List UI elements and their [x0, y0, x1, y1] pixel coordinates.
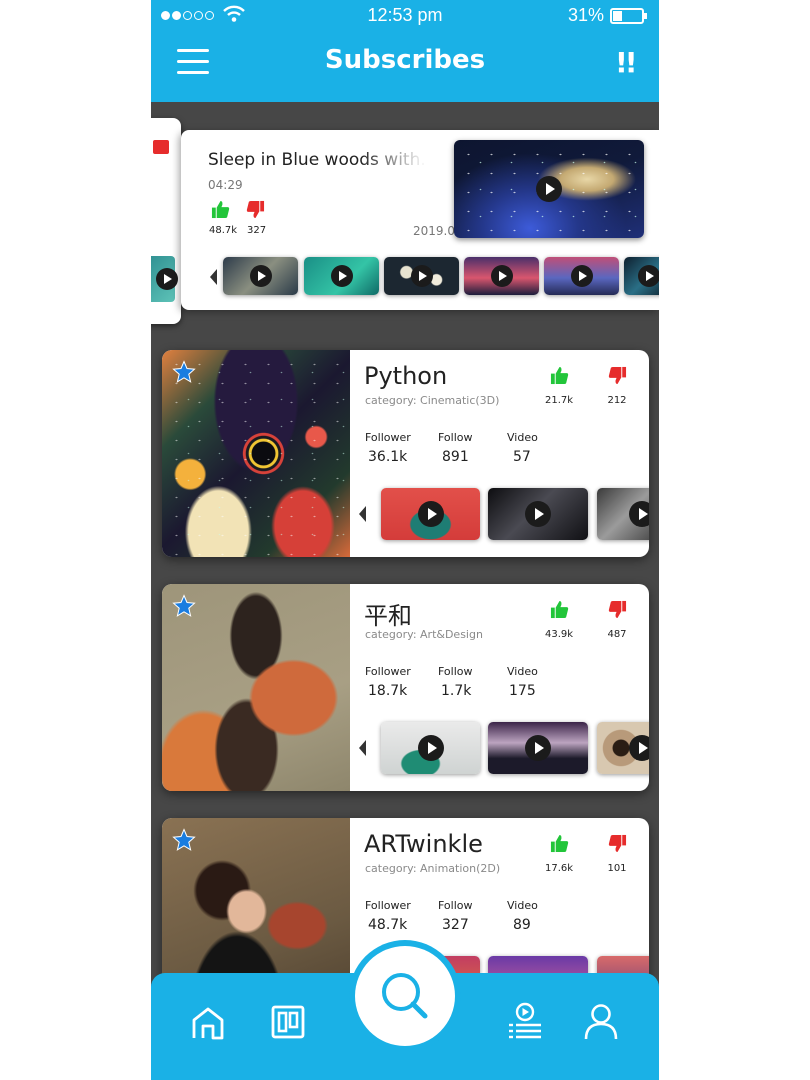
thumbs-up-icon[interactable] [550, 600, 569, 619]
channel-card[interactable]: 平和 category: Art&Design 43.9k 487 Follow… [162, 584, 649, 791]
user-icon[interactable] [583, 1003, 619, 1041]
app-screen: 12:53 pm 31% Subscribes !! Sleep in Blue… [151, 0, 659, 1080]
channel-name[interactable]: 平和 [364, 596, 412, 631]
chevron-left-icon[interactable] [210, 269, 217, 285]
featured-video-duration: 04:29 [208, 178, 243, 192]
follow-count: 327 [442, 917, 469, 933]
like-count: 17.6k [544, 863, 574, 874]
follow-label: Follow [438, 665, 473, 678]
follower-label: Follower [365, 899, 411, 912]
follow-label: Follow [438, 899, 473, 912]
channel-video-strip [357, 486, 649, 542]
thumbs-up-icon[interactable] [211, 200, 230, 219]
follower-count: 36.1k [368, 449, 408, 465]
video-count: 57 [513, 449, 531, 465]
follower-label: Follower [365, 665, 411, 678]
video-count: 175 [509, 683, 536, 699]
page-title: Subscribes [324, 45, 486, 75]
search-icon[interactable] [355, 946, 455, 1046]
video-thumbnail[interactable] [381, 488, 480, 540]
like-count: 21.7k [544, 395, 574, 406]
channel-name[interactable]: Python [364, 362, 447, 390]
battery-percent: 31% [568, 5, 605, 25]
board-icon[interactable] [271, 1005, 305, 1039]
channel-card[interactable]: Python category: Cinematic(3D) 21.7k 212… [162, 350, 649, 557]
video-thumbnail[interactable] [488, 722, 588, 774]
channel-name[interactable]: ARTwinkle [364, 830, 483, 858]
dislike-count: 101 [607, 863, 627, 874]
top-bar: 12:53 pm 31% Subscribes !! [151, 0, 659, 102]
video-label: Video [507, 665, 538, 678]
thumbs-up-icon[interactable] [550, 834, 569, 853]
battery-icon [610, 8, 647, 24]
play-icon[interactable] [536, 176, 562, 202]
follower-count: 18.7k [368, 683, 408, 699]
alert-button[interactable]: !! [615, 46, 637, 79]
channel-video-strip [357, 720, 649, 776]
video-thumbnail[interactable] [304, 257, 379, 295]
channel-category: category: Cinematic(3D) [365, 394, 500, 407]
thumbs-down-icon[interactable] [608, 834, 627, 853]
video-thumbnail[interactable] [223, 257, 298, 295]
chevron-left-icon[interactable] [359, 506, 366, 522]
dislike-count: 487 [607, 629, 627, 640]
featured-video-title: Sleep in Blue woods with... [208, 150, 426, 170]
channel-category: category: Art&Design [365, 628, 483, 641]
follow-count: 1.7k [441, 683, 472, 699]
channel-category: category: Animation(2D) [365, 862, 501, 875]
follower-label: Follower [365, 431, 411, 444]
video-thumbnail[interactable] [384, 257, 459, 295]
dislike-count: 212 [607, 395, 627, 406]
chevron-left-icon[interactable] [359, 740, 366, 756]
status-bar: 12:53 pm 31% [151, 0, 659, 32]
video-label: Video [507, 899, 538, 912]
video-label: Video [507, 431, 538, 444]
thumbs-down-icon[interactable] [246, 200, 265, 219]
home-icon[interactable] [191, 1006, 225, 1040]
featured-video-strip [181, 257, 659, 299]
video-thumbnail[interactable] [624, 257, 659, 295]
featured-like-count: 48.7k [209, 225, 238, 236]
video-count: 89 [513, 917, 531, 933]
follow-count: 891 [442, 449, 469, 465]
featured-video-thumbnail[interactable] [454, 140, 644, 238]
video-thumbnail[interactable] [597, 488, 649, 540]
video-thumbnail[interactable] [544, 257, 619, 295]
previous-featured-card[interactable] [151, 118, 181, 324]
like-count: 43.9k [544, 629, 574, 640]
favorite-star-icon[interactable] [172, 360, 196, 384]
follow-label: Follow [438, 431, 473, 444]
channel-cover-image[interactable] [162, 350, 350, 557]
video-thumbnail[interactable] [381, 722, 480, 774]
thumbs-down-icon[interactable] [608, 366, 627, 385]
follower-count: 48.7k [368, 917, 408, 933]
channel-cover-image[interactable] [162, 584, 350, 791]
search-button[interactable] [349, 940, 461, 1052]
video-thumbnail[interactable] [597, 722, 649, 774]
featured-dislike-count: 327 [247, 225, 267, 236]
favorite-star-icon[interactable] [172, 828, 196, 852]
featured-video-card[interactable]: Sleep in Blue woods with... 04:29 48.7k … [181, 130, 659, 310]
thumbs-up-icon[interactable] [550, 366, 569, 385]
playlist-icon[interactable] [507, 1002, 543, 1040]
thumbs-down-icon[interactable] [608, 600, 627, 619]
video-thumbnail[interactable] [488, 488, 588, 540]
favorite-star-icon[interactable] [172, 594, 196, 618]
video-thumbnail[interactable] [464, 257, 539, 295]
